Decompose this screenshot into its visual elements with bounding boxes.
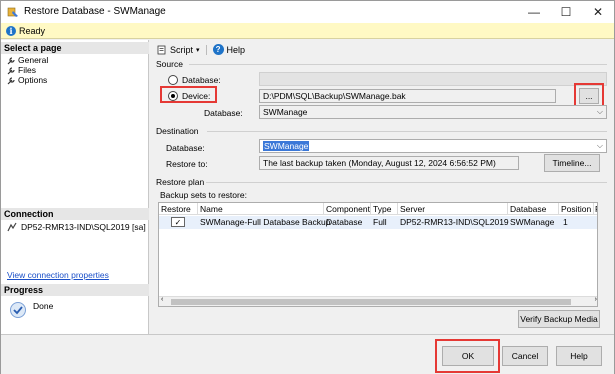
- backup-sets-grid[interactable]: Restore Name Component Type Server Datab…: [158, 202, 598, 307]
- column-header-component[interactable]: Component: [326, 204, 370, 214]
- column-header-restore[interactable]: Restore: [161, 204, 191, 214]
- column-divider: [370, 203, 371, 215]
- column-header-name[interactable]: Name: [200, 204, 223, 214]
- cancel-button[interactable]: Cancel: [502, 346, 548, 366]
- toolbar: Script ▾ ? Help: [157, 43, 245, 56]
- source-database-value: SWManage: [263, 107, 308, 117]
- chevron-down-icon: ⌵: [596, 107, 603, 116]
- horizontal-scrollbar[interactable]: ‹ ›: [159, 296, 597, 306]
- info-icon: i: [6, 26, 16, 36]
- column-divider: [197, 203, 198, 215]
- column-header-type[interactable]: Type: [373, 204, 391, 214]
- help-icon[interactable]: ?: [212, 44, 224, 55]
- column-divider: [593, 203, 594, 215]
- backup-sets-label: Backup sets to restore:: [160, 190, 247, 200]
- column-header-database[interactable]: Database: [510, 204, 546, 214]
- column-header-position[interactable]: Position: [561, 204, 591, 214]
- done-check-icon: [10, 302, 26, 318]
- help-button[interactable]: Help: [556, 346, 602, 366]
- row-component: Database: [326, 217, 363, 227]
- column-divider: [397, 203, 398, 215]
- database-radio[interactable]: [168, 75, 178, 85]
- database-radio-label: Database:: [182, 75, 221, 85]
- source-section-header: Source: [156, 59, 183, 69]
- close-button[interactable]: ✕: [582, 1, 614, 23]
- help-toolbar-button[interactable]: Help: [227, 45, 246, 55]
- source-database-dropdown[interactable]: [259, 72, 607, 86]
- restore-database-window: Restore Database - SWManage — ☐ ✕ i Read…: [0, 0, 615, 374]
- verify-backup-media-button[interactable]: Verify Backup Media: [518, 310, 600, 328]
- table-row[interactable]: ✓ SWManage-Full Database Backup Database…: [159, 216, 597, 229]
- timeline-button[interactable]: Timeline...: [544, 154, 600, 172]
- scroll-left-icon[interactable]: ‹: [161, 296, 163, 303]
- destination-section-header: Destination: [156, 126, 199, 136]
- section-divider: [207, 131, 607, 132]
- wrench-icon: [7, 76, 15, 84]
- restore-to-label: Restore to:: [166, 159, 208, 169]
- destination-database-select[interactable]: SWManage ⌵: [259, 139, 607, 153]
- ok-highlight-box: [435, 339, 500, 373]
- column-divider: [558, 203, 559, 215]
- status-text: Ready: [19, 26, 46, 36]
- script-icon: [157, 45, 166, 54]
- column-divider: [323, 203, 324, 215]
- chevron-down-icon[interactable]: ▾: [196, 46, 200, 54]
- left-pane: Select a page General Files Options Conn…: [1, 40, 149, 334]
- row-type: Full: [373, 217, 387, 227]
- minimize-button[interactable]: —: [518, 1, 550, 23]
- restore-checkbox[interactable]: ✓: [171, 217, 185, 227]
- source-database-label: Database:: [204, 108, 243, 118]
- dialog-button-bar: OK Cancel Help: [1, 334, 614, 374]
- device-highlight-box: [160, 86, 217, 103]
- column-header-f[interactable]: F: [595, 204, 597, 214]
- sql-app-icon: [7, 7, 18, 17]
- view-connection-properties-link[interactable]: View connection properties: [7, 270, 109, 280]
- restore-to-field: The last backup taken (Monday, August 12…: [259, 156, 519, 170]
- destination-database-label: Database:: [166, 143, 205, 153]
- script-button[interactable]: Script: [170, 45, 193, 55]
- connection-text: DP52-RMR13-IND\SQL2019 [sa]: [21, 222, 146, 232]
- section-divider: [206, 182, 607, 183]
- scroll-right-icon[interactable]: ›: [595, 296, 597, 303]
- row-database: SWManage: [510, 217, 555, 227]
- wrench-icon: [7, 56, 15, 64]
- device-path-field[interactable]: D:\PDM\SQL\Backup\SWManage.bak: [259, 89, 556, 103]
- source-database-select[interactable]: SWManage ⌵: [259, 105, 607, 119]
- destination-database-value: SWManage: [263, 141, 310, 151]
- select-page-header: Select a page: [1, 42, 149, 54]
- scrollbar-thumb[interactable]: [171, 299, 571, 305]
- row-position: 1: [563, 217, 568, 227]
- grid-header: Restore Name Component Type Server Datab…: [159, 203, 597, 215]
- column-divider: [507, 203, 508, 215]
- toolbar-divider: [205, 44, 207, 55]
- row-name: SWManage-Full Database Backup: [200, 217, 331, 227]
- page-item-label: Options: [18, 75, 48, 85]
- column-header-server[interactable]: Server: [400, 204, 425, 214]
- progress-header: Progress: [1, 284, 149, 296]
- section-divider: [189, 64, 607, 65]
- progress-status: Done: [33, 301, 54, 311]
- page-item-options[interactable]: Options: [7, 75, 47, 86]
- connection-info: DP52-RMR13-IND\SQL2019 [sa]: [7, 222, 146, 232]
- server-connection-icon: [7, 222, 17, 232]
- maximize-button[interactable]: ☐: [550, 1, 582, 23]
- main-panel: Script ▾ ? Help Source Database: Device:…: [151, 40, 614, 334]
- connection-header: Connection: [1, 208, 149, 220]
- window-title: Restore Database - SWManage: [24, 6, 166, 17]
- status-bar: i Ready: [1, 23, 614, 39]
- restore-plan-section-header: Restore plan: [156, 177, 205, 187]
- chevron-down-icon: ⌵: [596, 141, 603, 150]
- row-server: DP52-RMR13-IND\SQL2019: [400, 217, 509, 227]
- title-bar: Restore Database - SWManage — ☐ ✕: [1, 1, 614, 23]
- wrench-icon: [7, 66, 15, 74]
